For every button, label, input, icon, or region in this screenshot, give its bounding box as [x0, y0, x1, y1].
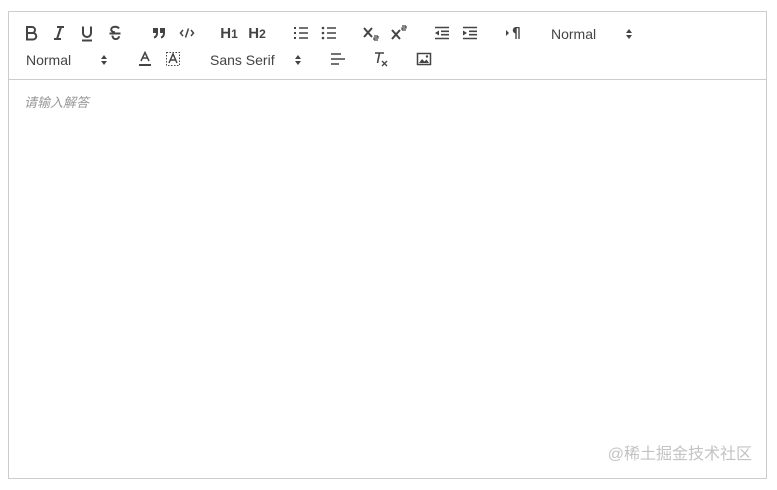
code-block-button[interactable]	[177, 22, 197, 44]
image-button[interactable]	[414, 48, 434, 70]
text-direction-icon	[506, 27, 520, 39]
bullet-list-icon	[321, 26, 336, 40]
font-picker-label: Sans Serif	[210, 52, 275, 68]
updown-arrows-icon	[101, 55, 107, 65]
quote-icon	[153, 28, 165, 39]
indent-icon	[463, 26, 477, 40]
align-button[interactable]	[328, 48, 348, 70]
background-color-button[interactable]	[163, 48, 183, 70]
superscript-button[interactable]	[389, 22, 409, 44]
header-picker[interactable]: Normal	[551, 23, 633, 45]
strike-button[interactable]	[105, 22, 125, 44]
editor-placeholder: 请输入解答	[24, 95, 90, 110]
blockquote-button[interactable]	[149, 22, 169, 44]
ordered-list-button[interactable]	[291, 22, 311, 44]
subscript-button[interactable]	[361, 22, 381, 44]
watermark: @稀土掘金技术社区	[607, 446, 752, 463]
underline-icon	[82, 26, 92, 41]
strikethrough-icon	[109, 25, 121, 41]
rtl-direction-button[interactable]	[503, 22, 523, 44]
align-left-icon	[331, 53, 345, 65]
size-picker[interactable]: Normal	[26, 49, 108, 71]
clean-format-button[interactable]	[371, 48, 391, 70]
updown-arrows-icon	[626, 29, 632, 39]
image-icon	[416, 52, 432, 66]
background-color-icon	[166, 52, 180, 66]
header-2-button[interactable]: H2	[246, 22, 268, 44]
code-icon	[179, 28, 195, 38]
rich-text-editor: H1 H2 Normal Normal Sans Serif 请输入解答 @稀土…	[8, 11, 767, 479]
underline-button[interactable]	[77, 22, 97, 44]
editor-content-area[interactable]: 请输入解答	[9, 80, 766, 478]
bold-icon	[26, 26, 38, 41]
header-1-button[interactable]: H1	[218, 22, 240, 44]
font-picker[interactable]: Sans Serif	[210, 49, 302, 71]
superscript-icon	[391, 25, 407, 40]
editor-toolbar: H1 H2 Normal Normal Sans Serif	[9, 12, 766, 80]
outdent-button[interactable]	[432, 22, 452, 44]
subscript-icon	[363, 27, 379, 41]
updown-arrows-icon	[295, 55, 301, 65]
outdent-icon	[435, 26, 449, 40]
ordered-list-icon	[294, 27, 308, 39]
text-color-button[interactable]	[135, 48, 155, 70]
clear-format-icon	[375, 52, 388, 67]
header-picker-label: Normal	[551, 26, 597, 42]
bullet-list-button[interactable]	[319, 22, 339, 44]
italic-icon	[54, 26, 64, 40]
bold-button[interactable]	[21, 22, 41, 44]
size-picker-label: Normal	[26, 52, 72, 68]
indent-button[interactable]	[460, 22, 480, 44]
italic-button[interactable]	[49, 22, 69, 44]
font-color-icon	[139, 51, 151, 66]
